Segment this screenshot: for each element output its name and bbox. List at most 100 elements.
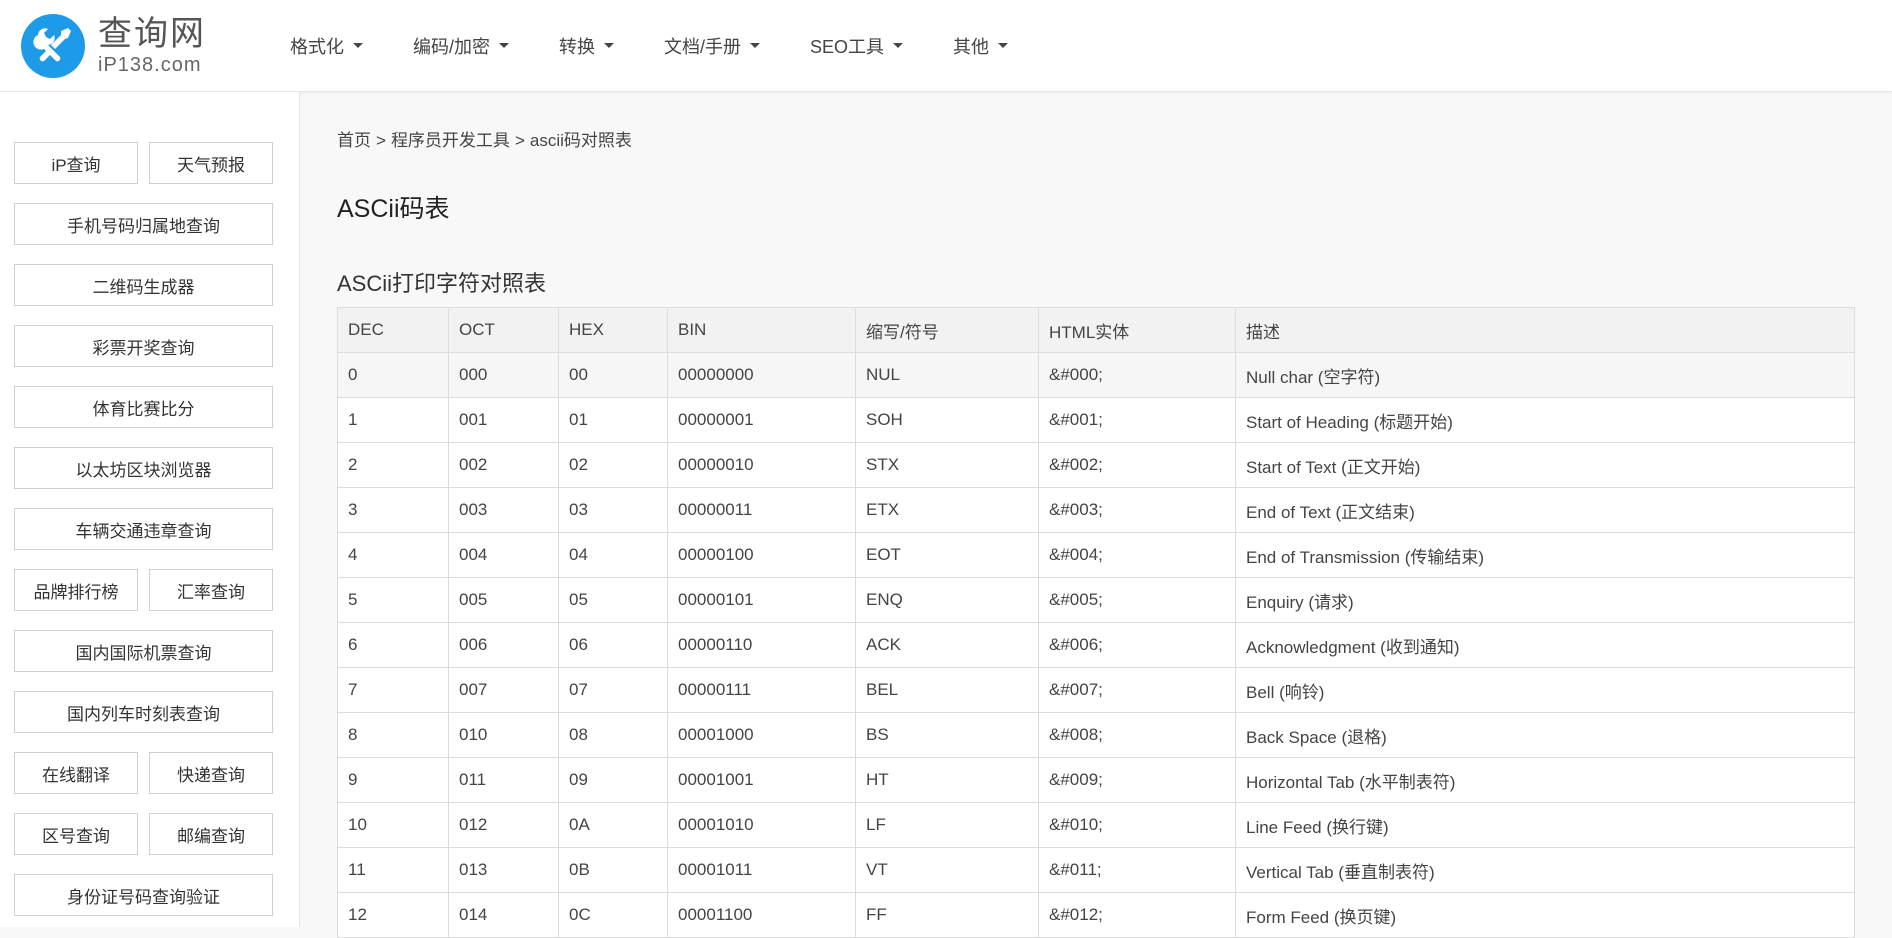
sidebar-row: 品牌排行榜 汇率查询: [14, 569, 273, 611]
table-cell: 3: [337, 487, 449, 533]
column-header: HTML实体: [1038, 307, 1236, 353]
table-cell: 04: [558, 532, 668, 578]
sidebar-row: 二维码生成器: [14, 264, 273, 306]
table-row: 12 014 0C 00001100 FF &#012; Form Feed (换页键): [337, 892, 1855, 938]
table-cell: HT: [855, 757, 1039, 803]
table-row: 9 011 09 00001001 HT &#009; Horizontal Tab (水平…: [337, 757, 1855, 803]
sidebar-link-button[interactable]: 以太坊区块浏览器: [14, 447, 273, 489]
table-cell: 0A: [558, 802, 668, 848]
nav-seo[interactable]: SEO工具: [810, 33, 904, 59]
caret-down-icon: [604, 43, 615, 48]
table-cell: 6: [337, 622, 449, 668]
sidebar-row: 区号查询 邮编查询: [14, 813, 273, 855]
table-cell: 006: [448, 622, 559, 668]
table-cell: 05: [558, 577, 668, 623]
table-cell: ACK: [855, 622, 1039, 668]
table-cell: 00000000: [667, 352, 856, 398]
sidebar-row: iP查询 天气预报: [14, 142, 273, 184]
table-cell: BEL: [855, 667, 1039, 713]
sidebar-link-button[interactable]: 身份证号码查询验证: [14, 874, 273, 916]
site-logo[interactable]: 查询网 iP138.com: [21, 14, 206, 78]
table-cell: End of Text (正文结束): [1235, 487, 1855, 533]
table-row: 4 004 04 00000100 EOT &#004; End of Transmissi…: [337, 532, 1855, 578]
nav-convert[interactable]: 转换: [559, 33, 615, 59]
breadcrumb-parent[interactable]: 程序员开发工具: [391, 131, 510, 150]
breadcrumb-home[interactable]: 首页: [337, 131, 371, 150]
nav-docs[interactable]: 文档/手册: [664, 33, 761, 59]
table-cell: 010: [448, 712, 559, 758]
table-cell: Start of Text (正文开始): [1235, 442, 1855, 488]
nav-format[interactable]: 格式化: [290, 33, 363, 59]
sidebar-link-button[interactable]: 在线翻译: [14, 752, 138, 794]
table-cell: 09: [558, 757, 668, 803]
table-cell: &#010;: [1038, 802, 1236, 848]
table-cell: EOT: [855, 532, 1039, 578]
table-cell: 0: [337, 352, 449, 398]
sidebar-row: 手机号码归属地查询: [14, 203, 273, 245]
sidebar: iP查询 天气预报 手机号码归属地查询 二维码生成器 彩票开奖查询 体育比赛比分 以太坊区块…: [0, 92, 300, 927]
table-cell: &#012;: [1038, 892, 1236, 938]
nav-other[interactable]: 其他: [953, 33, 1009, 59]
table-cell: BS: [855, 712, 1039, 758]
table-cell: Enquiry (请求): [1235, 577, 1855, 623]
table-cell: 1: [337, 397, 449, 443]
table-cell: End of Transmission (传输结束): [1235, 532, 1855, 578]
sidebar-row: 国内国际机票查询: [14, 630, 273, 672]
table-cell: NUL: [855, 352, 1039, 398]
table-cell: 00001100: [667, 892, 856, 938]
table-cell: Vertical Tab (垂直制表符): [1235, 847, 1855, 893]
table-row: 2 002 02 00000010 STX &#002; Start of Text (正文…: [337, 442, 1855, 488]
breadcrumb-current: ascii码对照表: [529, 131, 632, 150]
table-cell: Horizontal Tab (水平制表符): [1235, 757, 1855, 803]
table-row: 5 005 05 00000101 ENQ &#005; Enquiry (请求): [337, 577, 1855, 623]
sidebar-link-button[interactable]: 天气预报: [149, 142, 273, 184]
column-header: 缩写/符号: [855, 307, 1039, 353]
sidebar-link-button[interactable]: 彩票开奖查询: [14, 325, 273, 367]
page-title: ASCii码表: [337, 195, 450, 223]
sidebar-link-button[interactable]: 区号查询: [14, 813, 138, 855]
table-cell: 00001000: [667, 712, 856, 758]
nav-encode[interactable]: 编码/加密: [413, 33, 510, 59]
table-cell: 00000011: [667, 487, 856, 533]
sidebar-link-button[interactable]: iP查询: [14, 142, 138, 184]
sidebar-row: 体育比赛比分: [14, 386, 273, 428]
table-cell: 7: [337, 667, 449, 713]
sidebar-link-button[interactable]: 汇率查询: [149, 569, 273, 611]
sidebar-link-button[interactable]: 品牌排行榜: [14, 569, 138, 611]
sidebar-link-button[interactable]: 体育比赛比分: [14, 386, 273, 428]
table-row: 7 007 07 00000111 BEL &#007; Bell (响铃): [337, 667, 1855, 713]
sidebar-link-button[interactable]: 手机号码归属地查询: [14, 203, 273, 245]
table-cell: Start of Heading (标题开始): [1235, 397, 1855, 443]
table-cell: ETX: [855, 487, 1039, 533]
column-header: DEC: [337, 307, 449, 353]
table-cell: 02: [558, 442, 668, 488]
table-cell: &#006;: [1038, 622, 1236, 668]
table-cell: 11: [337, 847, 449, 893]
table-cell: 012: [448, 802, 559, 848]
sidebar-link-button[interactable]: 国内国际机票查询: [14, 630, 273, 672]
sidebar-link-button[interactable]: 车辆交通违章查询: [14, 508, 273, 550]
table-cell: 011: [448, 757, 559, 803]
table-row: 6 006 06 00000110 ACK &#006; Acknowledgment (收…: [337, 622, 1855, 668]
table-row: 3 003 03 00000011 ETX &#003; End of Text (正文结束…: [337, 487, 1855, 533]
table-cell: 00001010: [667, 802, 856, 848]
table-cell: Bell (响铃): [1235, 667, 1855, 713]
caret-down-icon: [893, 43, 904, 48]
sidebar-link-button[interactable]: 快递查询: [149, 752, 273, 794]
table-cell: SOH: [855, 397, 1039, 443]
table-cell: &#003;: [1038, 487, 1236, 533]
sidebar-link-button[interactable]: 二维码生成器: [14, 264, 273, 306]
sidebar-link-button[interactable]: 国内列车时刻表查询: [14, 691, 273, 733]
table-cell: &#004;: [1038, 532, 1236, 578]
table-cell: ENQ: [855, 577, 1039, 623]
caret-down-icon: [750, 43, 761, 48]
logo-title: 查询网: [98, 15, 206, 53]
table-cell: 00000100: [667, 532, 856, 578]
table-cell: 00: [558, 352, 668, 398]
table-cell: 4: [337, 532, 449, 578]
column-header: HEX: [558, 307, 668, 353]
table-cell: 01: [558, 397, 668, 443]
table-cell: &#001;: [1038, 397, 1236, 443]
sidebar-row: 国内列车时刻表查询: [14, 691, 273, 733]
sidebar-link-button[interactable]: 邮编查询: [149, 813, 273, 855]
